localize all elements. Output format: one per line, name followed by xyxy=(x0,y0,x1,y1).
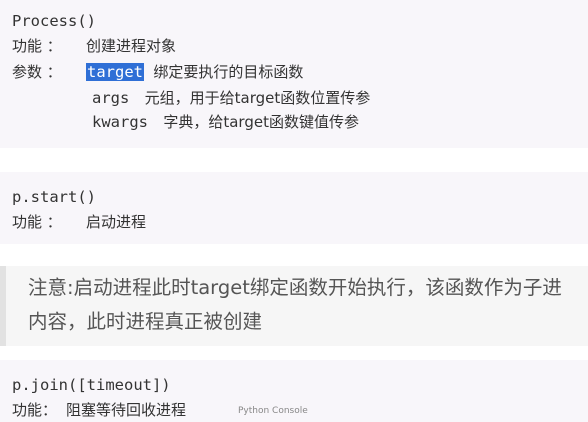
process-func-desc: 创建进程对象 xyxy=(86,37,177,55)
start-code-block: p.start() 功能 ： 启动进程 xyxy=(0,172,588,244)
join-code-block: p.join([timeout]) 功能： 阻塞等待回收进程 Python Co… xyxy=(0,360,588,422)
note-line-1: 注意:启动进程此时target绑定函数开始执行，该函数作为子进 xyxy=(28,276,562,299)
process-param-target-line: target 绑定要执行的目标函数 xyxy=(86,61,303,83)
param-args-name: args xyxy=(92,89,130,107)
process-code-block: Process() 功能 ： 创建进程对象 参数 ： target 绑定要执行的… xyxy=(0,0,588,148)
process-param-label: 参数 ： xyxy=(12,63,62,81)
param-target-desc: 绑定要执行的目标函数 xyxy=(153,63,304,81)
param-kwargs-name: kwargs xyxy=(92,113,148,131)
param-target-name[interactable]: target xyxy=(86,63,144,81)
python-console-label[interactable]: Python Console xyxy=(238,406,308,416)
join-func-desc: 阻塞等待回收进程 xyxy=(66,401,187,417)
start-title: p.start() xyxy=(12,188,96,206)
process-title: Process() xyxy=(12,12,96,30)
note-blockquote: 注意:启动进程此时target绑定函数开始执行，该函数作为子进 内容，此时进程真… xyxy=(0,266,588,346)
process-func-label: 功能 ： xyxy=(12,37,62,55)
process-param-args-line: args 元组，用于给target函数位置传参 xyxy=(92,87,370,109)
join-title: p.join([timeout]) xyxy=(12,376,171,394)
start-func-label: 功能 ： xyxy=(12,213,62,231)
param-args-desc: 元组，用于给target函数位置传参 xyxy=(144,89,371,107)
param-kwargs-desc: 字典，给target函数键值传参 xyxy=(163,113,359,131)
join-func-label: 功能： xyxy=(12,401,58,417)
start-func-desc: 启动进程 xyxy=(86,213,147,231)
process-param-kwargs-line: kwargs 字典，给target函数键值传参 xyxy=(92,111,359,133)
note-line-2: 内容，此时进程真正被创建 xyxy=(28,310,263,333)
